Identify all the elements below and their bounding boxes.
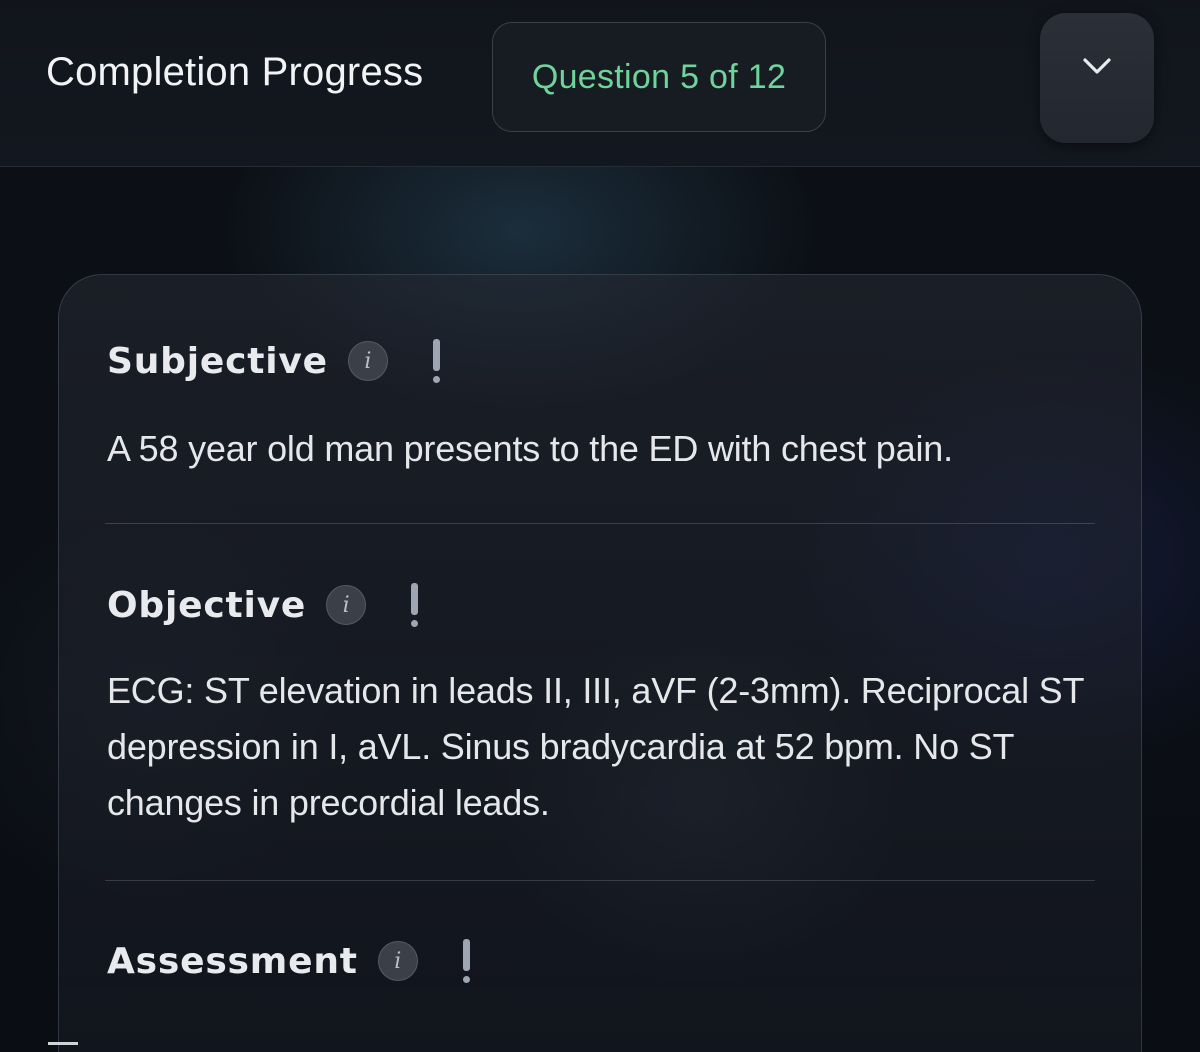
page: Completion Progress Question 5 of 12 Sub… (0, 0, 1200, 1052)
question-counter-badge[interactable]: Question 5 of 12 (492, 22, 826, 132)
chevron-down-icon (1083, 58, 1111, 74)
assessment-header: Assessment i (107, 931, 472, 991)
assessment-text-start (48, 1042, 78, 1045)
objective-text: ECG: ST elevation in leads II, III, aVF … (107, 670, 1084, 823)
info-icon[interactable]: i (326, 585, 367, 625)
subjective-header: Subjective i (107, 331, 442, 391)
objective-header: Objective i (107, 575, 420, 635)
soap-note-card: Subjective i A 58 year old man presents … (58, 274, 1142, 1052)
info-icon[interactable]: i (377, 941, 418, 981)
page-title: Completion Progress (46, 50, 424, 94)
subjective-title: Subjective (107, 340, 328, 382)
alert-icon (408, 581, 420, 629)
question-counter-label: Question 5 of 12 (531, 57, 787, 96)
assessment-title: Assessment (107, 940, 358, 982)
progress-header: Completion Progress Question 5 of 12 (0, 0, 1200, 167)
alert-icon (430, 337, 442, 385)
section-divider (105, 880, 1095, 881)
subjective-text: A 58 year old man presents to the ED wit… (107, 428, 953, 469)
objective-title: Objective (107, 584, 307, 626)
alert-icon (460, 937, 472, 985)
collapse-button[interactable] (1040, 13, 1154, 143)
section-divider (105, 523, 1095, 524)
info-icon[interactable]: i (347, 341, 388, 381)
